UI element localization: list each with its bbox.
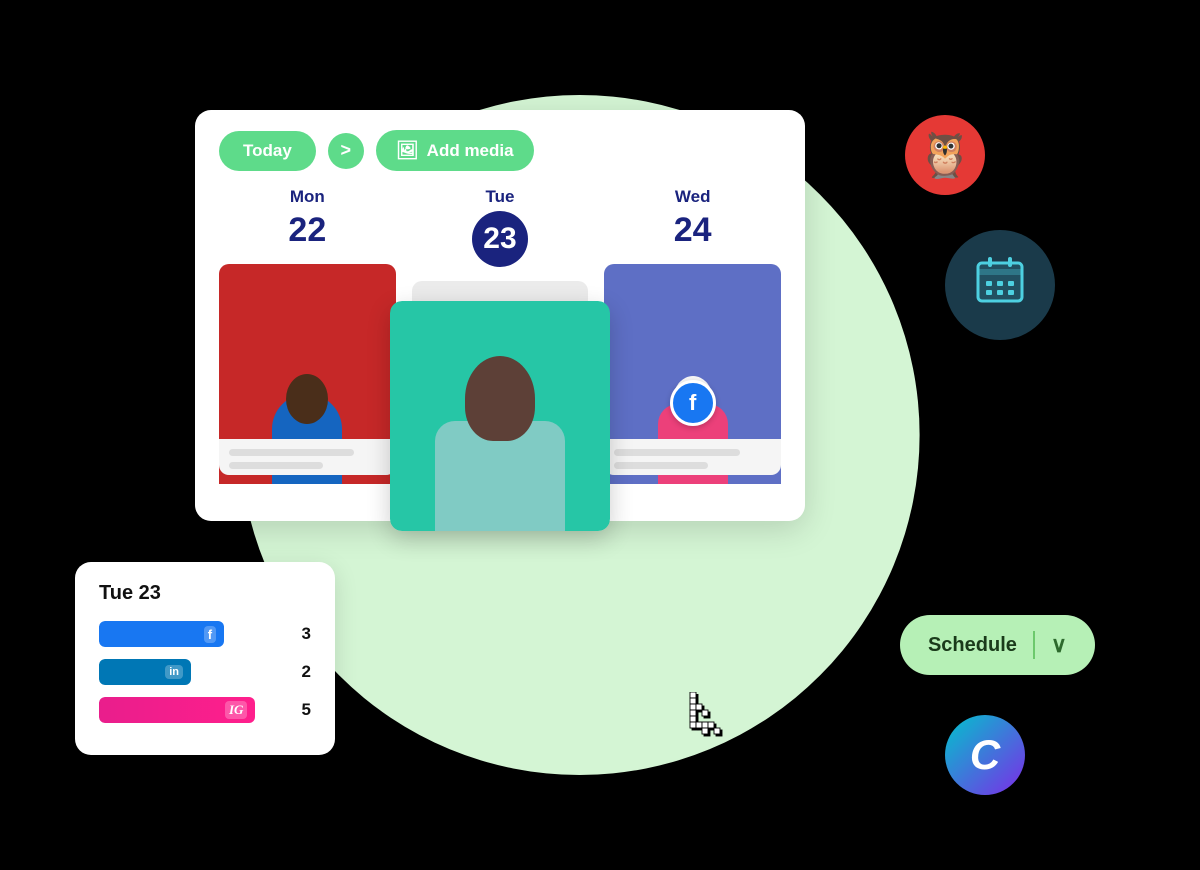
monday-label: Mon	[290, 187, 325, 207]
facebook-icon: f	[689, 390, 696, 416]
man-photo	[390, 301, 610, 531]
monday-line-2	[229, 462, 323, 469]
wednesday-column: Wed 24 f	[596, 187, 789, 501]
tuesday-number: 23	[472, 211, 528, 267]
facebook-count: 3	[293, 624, 311, 644]
calendar-badge	[945, 230, 1055, 340]
monday-post-card[interactable]	[219, 264, 396, 484]
facebook-bar-wrap: f	[99, 621, 283, 647]
scene: Today > 🖼 Add media Mon 22	[0, 0, 1200, 870]
calendar-icon	[972, 251, 1028, 320]
monday-line-1	[229, 449, 354, 456]
today-button[interactable]: Today	[219, 131, 316, 171]
wednesday-line-1	[614, 449, 739, 456]
owl-icon: 🦉	[918, 129, 973, 181]
facebook-badge: f	[670, 380, 716, 426]
monday-card-lines	[219, 439, 396, 475]
media-icon: 🖼	[396, 140, 419, 161]
canva-badge: C	[945, 715, 1025, 795]
wednesday-label: Wed	[675, 187, 711, 207]
canva-icon: C	[970, 731, 1000, 779]
tuesday-label: Tue	[486, 187, 515, 207]
wednesday-line-2	[614, 462, 708, 469]
linkedin-stat-row: in 2	[99, 659, 311, 685]
wednesday-number: 24	[674, 211, 712, 250]
linkedin-bar: in	[99, 659, 191, 685]
cursor-icon	[684, 692, 732, 740]
schedule-divider	[1033, 631, 1035, 659]
add-media-button[interactable]: 🖼 Add media	[376, 130, 534, 171]
linkedin-bar-wrap: in	[99, 659, 283, 685]
monday-column: Mon 22	[211, 187, 404, 501]
schedule-label: Schedule	[928, 634, 1017, 657]
hootsuite-badge: 🦉	[905, 115, 985, 195]
facebook-bar-icon: f	[204, 626, 216, 643]
instagram-count: 5	[293, 700, 311, 720]
instagram-bar-wrap: IG	[99, 697, 283, 723]
schedule-button[interactable]: Schedule ∨	[900, 615, 1095, 675]
wednesday-post-card[interactable]: f	[604, 264, 781, 484]
monday-number: 22	[288, 211, 326, 250]
calendar-card: Today > 🖼 Add media Mon 22	[195, 110, 805, 521]
add-media-label: Add media	[427, 141, 514, 161]
linkedin-bar-icon: in	[165, 665, 183, 679]
calendar-toolbar: Today > 🖼 Add media	[195, 110, 805, 187]
schedule-chevron-icon: ∨	[1051, 632, 1067, 658]
instagram-bar: IG	[99, 697, 255, 723]
instagram-stat-row: IG 5	[99, 697, 311, 723]
wednesday-card-lines	[604, 439, 781, 475]
facebook-bar: f	[99, 621, 224, 647]
next-button[interactable]: >	[328, 133, 364, 169]
bottom-photo	[390, 301, 610, 531]
stats-card: Tue 23 f 3 in 2 IG	[75, 562, 335, 755]
facebook-stat-row: f 3	[99, 621, 311, 647]
linkedin-count: 2	[293, 662, 311, 682]
stats-title: Tue 23	[99, 582, 311, 605]
instagram-bar-icon: IG	[225, 701, 247, 719]
